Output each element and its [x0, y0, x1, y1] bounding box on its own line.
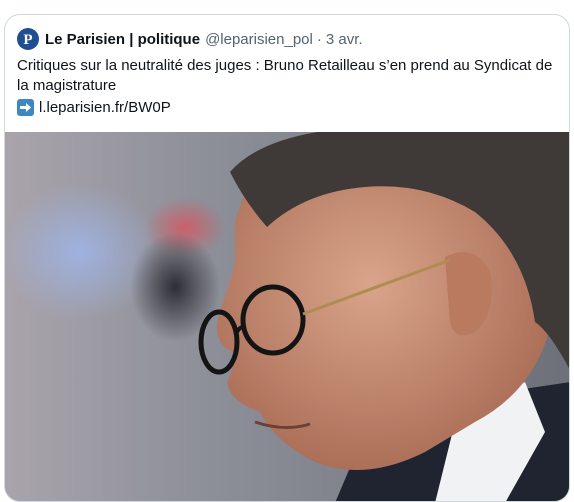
- tweet-link[interactable]: l.leparisien.fr/BW0P: [39, 99, 171, 116]
- tweet-text: Critiques sur la neutralité des juges : …: [17, 57, 553, 94]
- author-handle[interactable]: @leparisien_pol: [205, 31, 313, 48]
- photo-illustration: [5, 132, 569, 501]
- tweet-photo[interactable]: [5, 132, 569, 501]
- meta-separator: ·: [316, 30, 322, 48]
- tweet-link-row: l.leparisien.fr/BW0P: [17, 97, 171, 117]
- avatar[interactable]: P: [17, 28, 39, 50]
- tweet-date[interactable]: 3 avr.: [326, 31, 363, 48]
- right-arrow-icon: [17, 98, 34, 116]
- author-name[interactable]: Le Parisien | politique: [45, 31, 200, 48]
- avatar-letter: P: [23, 32, 32, 48]
- le-parisien-logo-icon: P: [23, 32, 32, 48]
- tweet-header: P Le Parisien | politique @leparisien_po…: [17, 26, 363, 52]
- tweet-card[interactable]: P Le Parisien | politique @leparisien_po…: [4, 14, 570, 502]
